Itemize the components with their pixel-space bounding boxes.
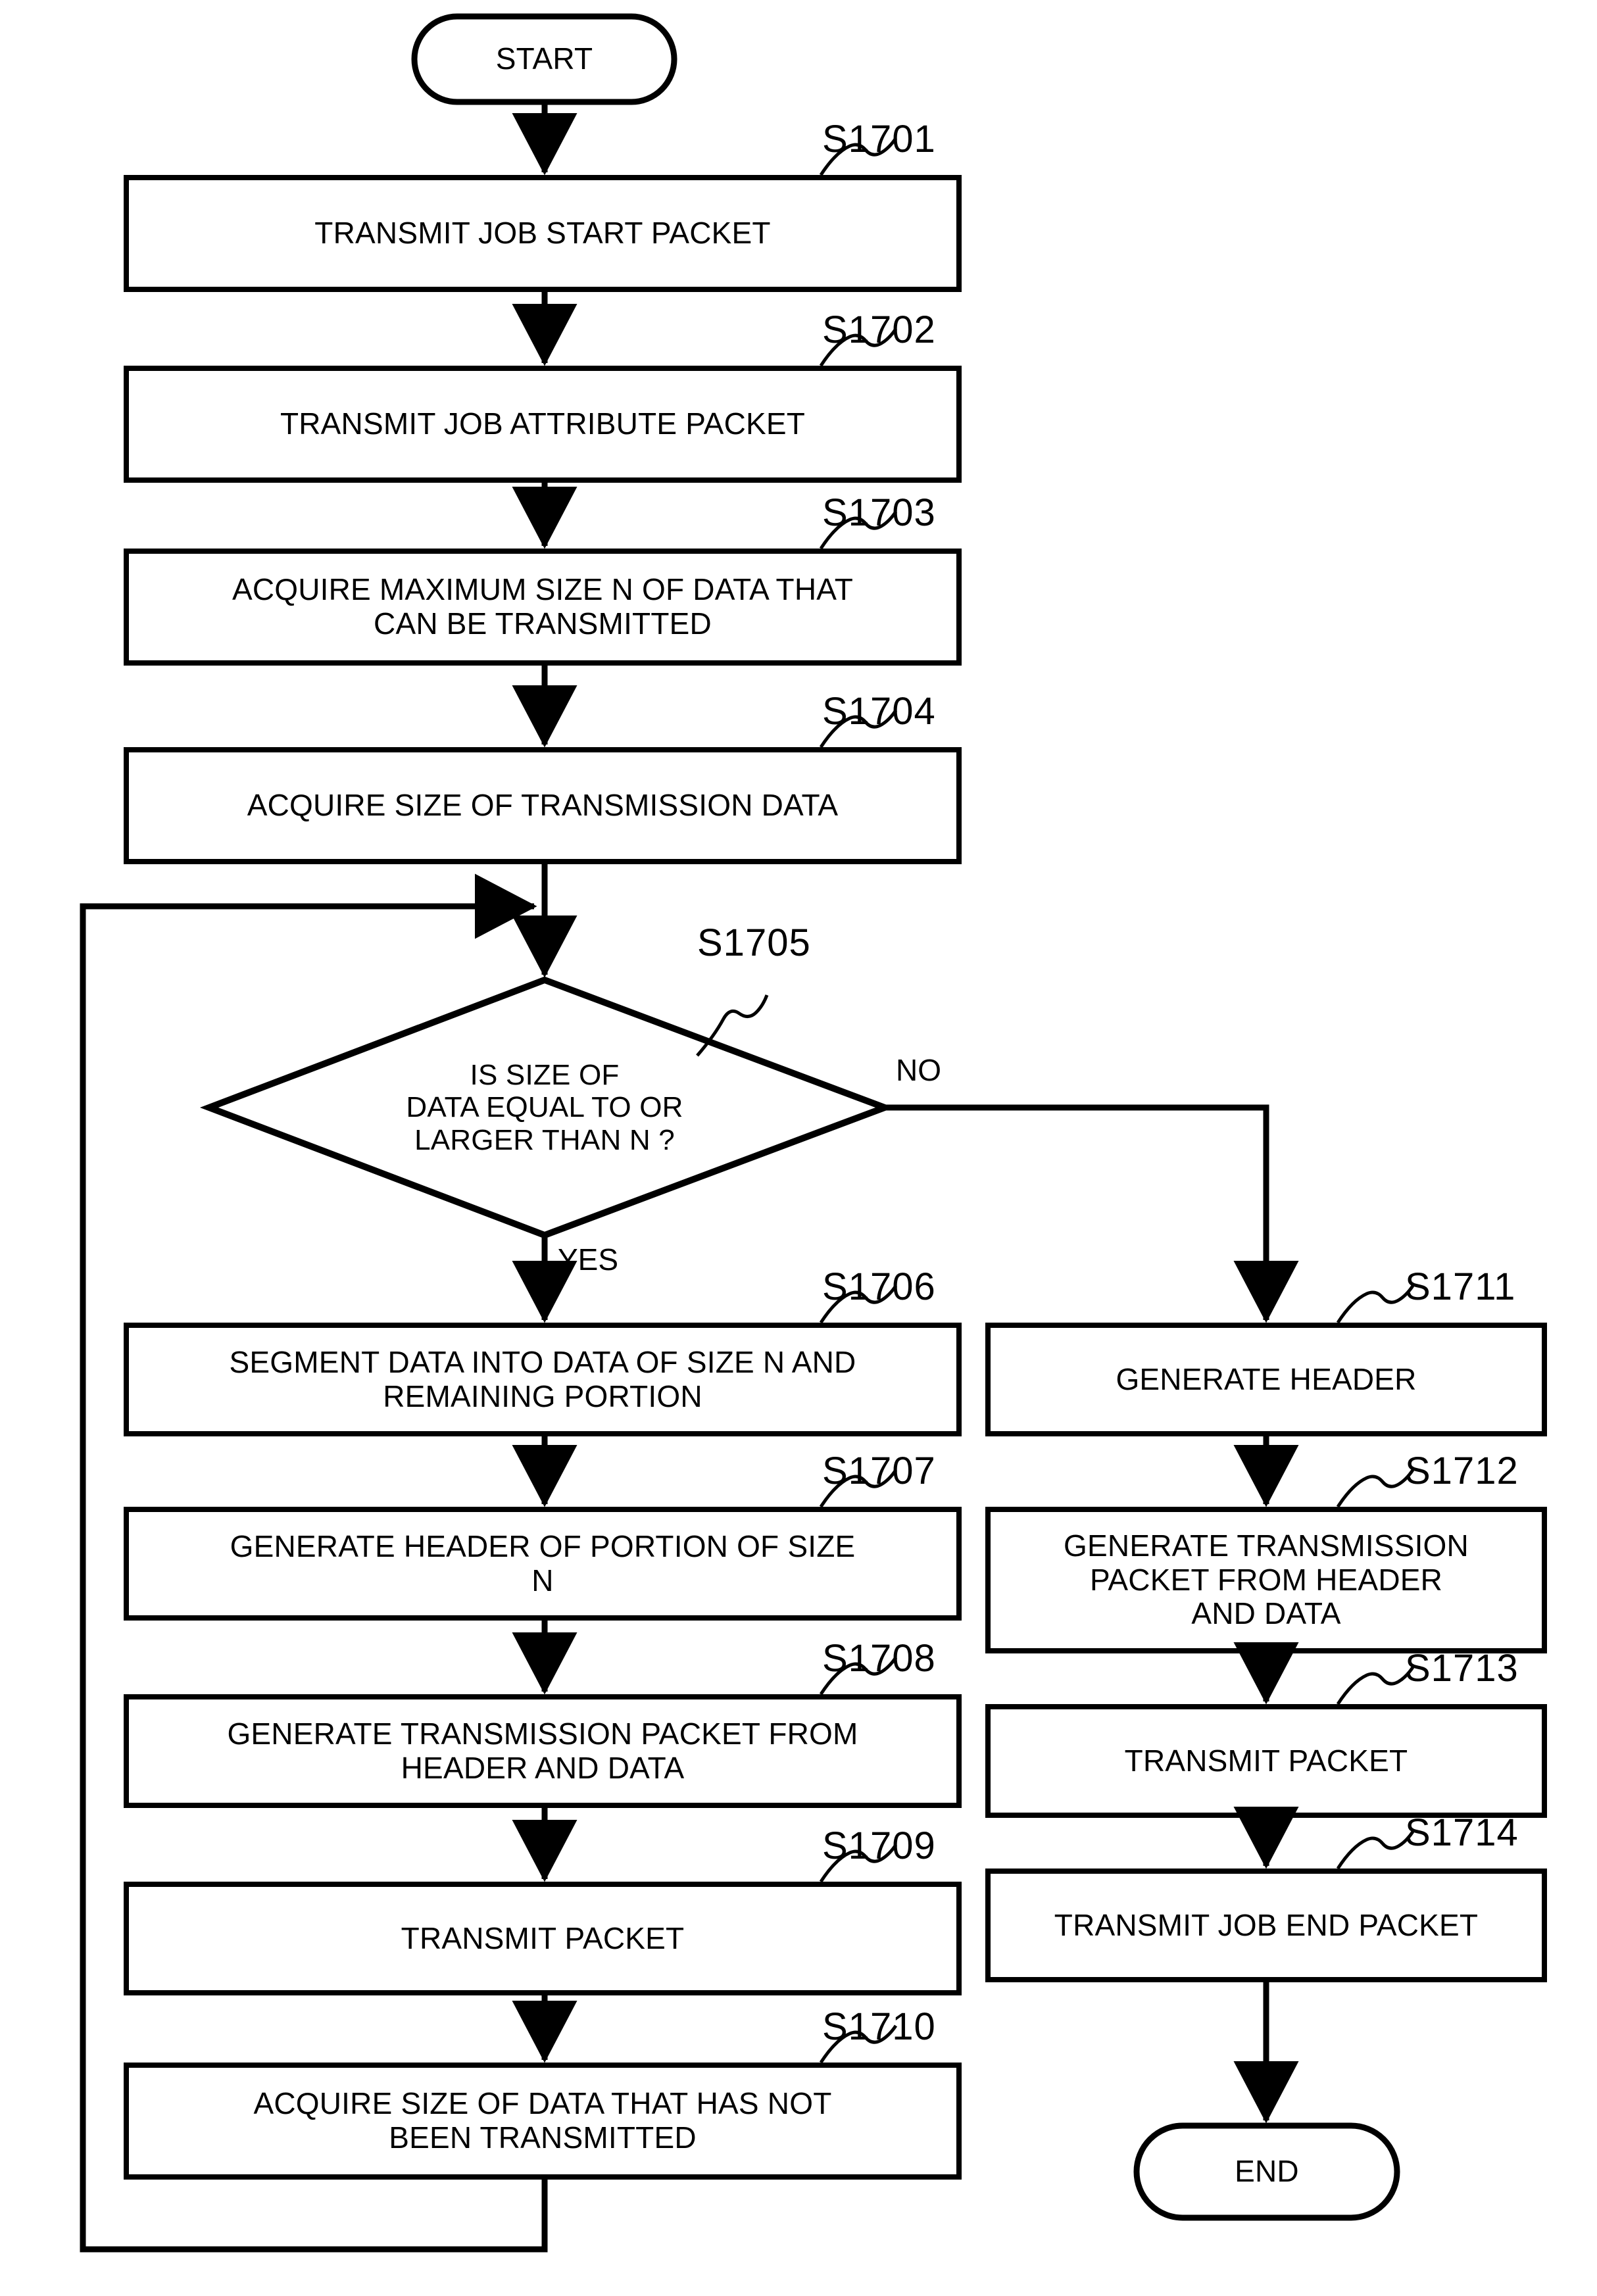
step-number-s1706: S1706 <box>822 1265 936 1308</box>
step-box-s1706-shape <box>124 1323 962 1436</box>
step-box-s1710-shape <box>124 2063 962 2180</box>
flowchart-canvas <box>80 13 1547 2253</box>
step-box-s1711-shape <box>985 1323 1547 1436</box>
step-number-s1709: S1709 <box>822 1824 936 1867</box>
end-terminator-shape <box>1133 2122 1400 2221</box>
step-number-s1701: S1701 <box>822 118 936 160</box>
leader-s1713 <box>1336 1666 1415 1705</box>
step-number-s1710: S1710 <box>822 2005 936 2048</box>
leader-s1712 <box>1336 1469 1415 1508</box>
step-box-s1709-shape <box>124 1882 962 1995</box>
step-box-s1712-shape <box>985 1507 1547 1653</box>
step-box-s1708-shape <box>124 1694 962 1808</box>
step-box-s1701-shape <box>124 175 962 292</box>
branch-label-yes: YES <box>558 1242 619 1277</box>
step-box-s1703-shape <box>124 549 962 666</box>
step-number-s1704: S1704 <box>822 690 936 733</box>
branch-label-no: NO <box>896 1053 941 1087</box>
step-number-s1708: S1708 <box>822 1637 936 1680</box>
step-number-s1702: S1702 <box>822 308 936 351</box>
start-terminator-shape <box>411 13 677 105</box>
step-number-s1707: S1707 <box>822 1450 936 1492</box>
step-number-s1713: S1713 <box>1405 1647 1519 1690</box>
step-box-s1713-shape <box>985 1704 1547 1818</box>
flowchart-page: START TRANSMIT JOB START PACKET TRANSMIT… <box>0 0 1597 2296</box>
step-number-s1712: S1712 <box>1405 1450 1519 1492</box>
step-number-s1705: S1705 <box>697 921 811 964</box>
step-box-s1707-shape <box>124 1507 962 1621</box>
leader-s1714 <box>1336 1830 1415 1870</box>
leader-s1711 <box>1336 1284 1415 1324</box>
connector-s1705-no-to-s1711 <box>885 1104 1299 1323</box>
decision-diamond-s1705-shape <box>199 976 895 1239</box>
step-number-s1703: S1703 <box>822 491 936 534</box>
step-box-s1704-shape <box>124 747 962 864</box>
step-box-s1714-shape <box>985 1869 1547 1982</box>
step-number-s1714: S1714 <box>1405 1811 1519 1854</box>
step-box-s1702-shape <box>124 366 962 483</box>
step-number-s1711: S1711 <box>1405 1265 1516 1308</box>
